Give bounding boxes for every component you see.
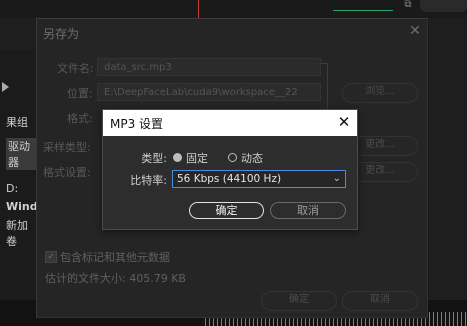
mp3-ok-button[interactable]: 确定	[189, 202, 264, 219]
background-top-strip	[0, 0, 467, 18]
background-toolbar	[420, 0, 467, 12]
mp3-cancel-button[interactable]: 取消	[270, 202, 346, 219]
radio-fixed[interactable]	[173, 153, 182, 162]
timeline-marker	[333, 10, 393, 11]
background-left-panel: 果组 驱动器 D: Windo 新加卷	[0, 50, 45, 326]
drive-label-new-volume: 新加卷	[6, 219, 28, 248]
mp3-titlebar: MP3 设置 ✕	[103, 110, 357, 136]
left-tab-1[interactable]: 果组	[6, 114, 28, 130]
window-restore-icon[interactable]: ⧉	[398, 0, 418, 10]
mp3-dialog-title: MP3 设置	[110, 117, 164, 131]
playhead-line	[198, 0, 199, 18]
play-icon[interactable]	[2, 82, 9, 92]
radio-dynamic-label[interactable]: 动态	[241, 150, 263, 166]
drive-label-d: D:	[6, 182, 19, 195]
radio-fixed-label[interactable]: 固定	[186, 150, 208, 166]
type-label: 类型:	[141, 152, 167, 165]
bitrate-select[interactable]: 56 Kbps (44100 Hz) ⌄	[172, 170, 346, 188]
mp3-close-icon[interactable]: ✕	[335, 113, 353, 131]
mp3-settings-dialog: MP3 设置 ✕ 类型: 固定 动态 比特率: 56 Kbps (44100 H…	[102, 109, 358, 230]
left-tab-2[interactable]: 驱动器	[6, 138, 36, 170]
bitrate-value: 56 Kbps (44100 Hz)	[177, 173, 282, 185]
radio-dynamic[interactable]	[228, 153, 237, 162]
bitrate-label: 比特率:	[130, 174, 167, 187]
chevron-down-icon: ⌄	[332, 173, 341, 184]
